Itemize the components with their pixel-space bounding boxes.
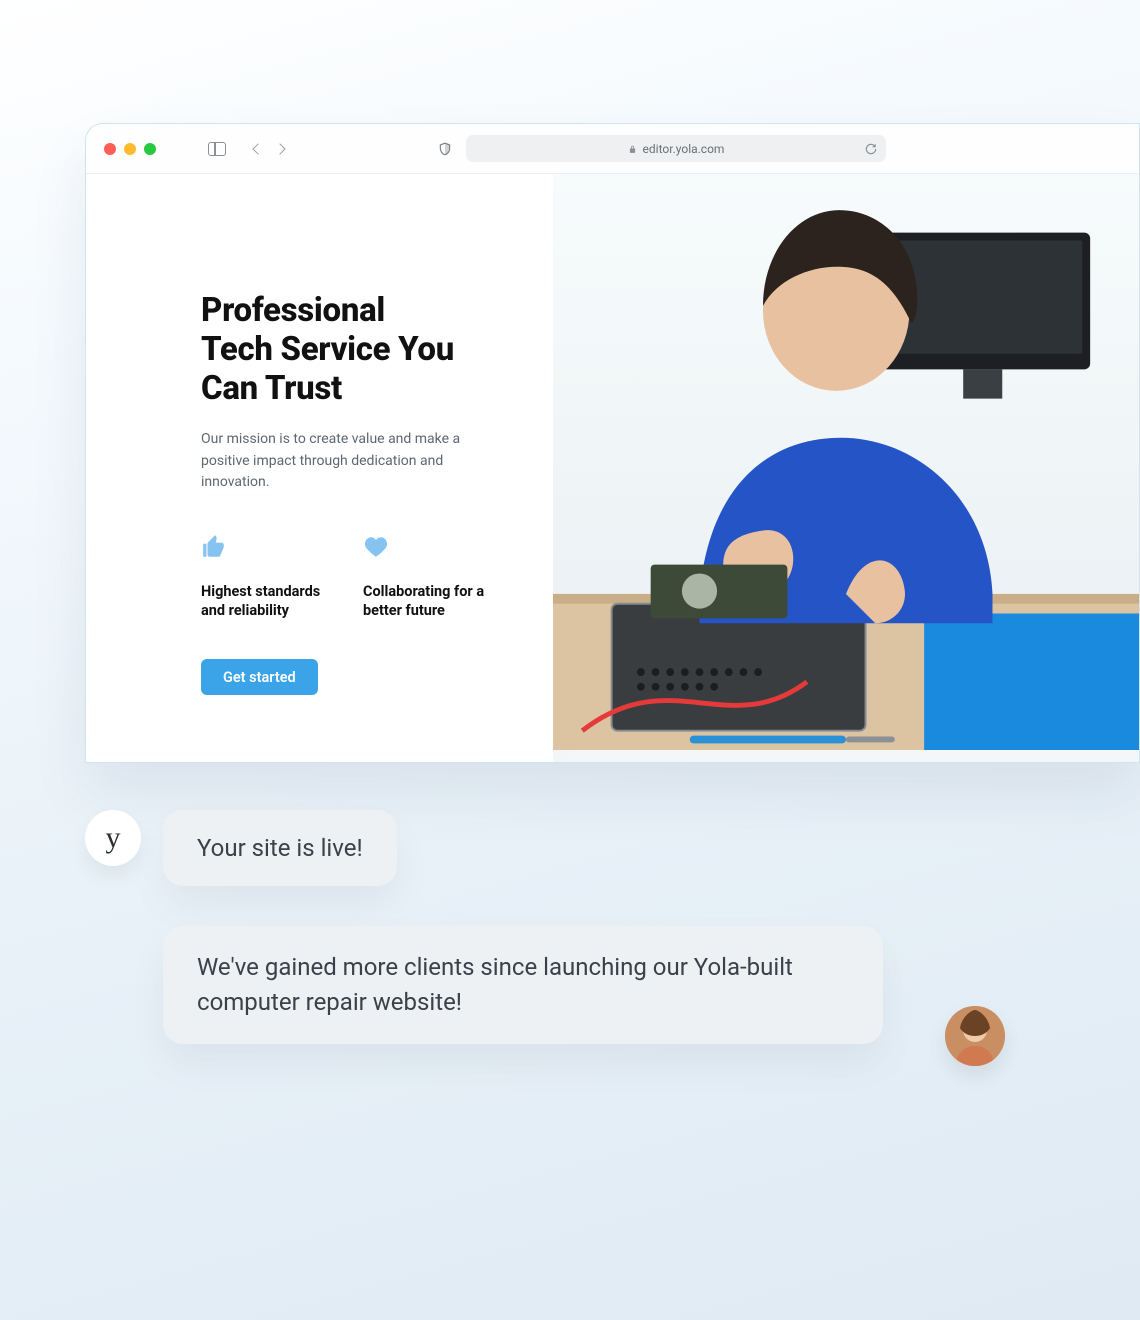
address-bar[interactable]: editor.yola.com [466,135,886,162]
get-started-button[interactable]: Get started [201,659,318,695]
page-content: Professional Tech Service You Can Trust … [86,174,1139,762]
privacy-shield-icon[interactable] [438,141,452,157]
heart-icon [363,534,389,560]
feature-text: Highest standards and reliability [201,582,341,621]
chat-bubble-user: We've gained more clients since launchin… [163,926,883,1044]
feature-text: Collaborating for a better future [363,582,503,621]
feature-item: Collaborating for a better future [363,534,503,621]
thumbs-up-icon [201,534,227,560]
reload-icon[interactable] [864,142,878,156]
window-controls [104,143,156,155]
back-button[interactable] [252,143,263,154]
url-text: editor.yola.com [643,142,725,156]
browser-window: editor.yola.com Professional Tech Servic… [85,123,1140,763]
chat-bubble-system: Your site is live! [163,810,397,886]
brand-initial: y [106,821,121,855]
hero-copy: Professional Tech Service You Can Trust … [86,174,553,762]
hero-title: Professional Tech Service You Can Trust [201,292,503,409]
chat-message-text: We've gained more clients since launchin… [197,953,793,1016]
nav-arrows [254,145,284,153]
sidebar-toggle-icon[interactable] [208,142,226,156]
feature-row: Highest standards and reliability Collab… [201,534,503,621]
close-window-button[interactable] [104,143,116,155]
hero-subtitle: Our mission is to create value and make … [201,429,461,494]
hero-image [553,174,1139,762]
chat-row: We've gained more clients since launchin… [163,926,935,1044]
user-avatar [945,1006,1005,1066]
chat-row: y Your site is live! [85,810,935,886]
hero-title-line: Tech Service You [201,330,454,369]
cta-label: Get started [223,669,296,686]
forward-button[interactable] [274,143,285,154]
brand-avatar: y [85,810,141,866]
chat-message-text: Your site is live! [197,834,363,862]
minimize-window-button[interactable] [124,143,136,155]
lock-icon [628,143,637,154]
chat-area: y Your site is live! We've gained more c… [85,810,935,1044]
browser-chrome: editor.yola.com [86,124,1139,174]
hero-title-line: Can Trust [201,369,342,408]
maximize-window-button[interactable] [144,143,156,155]
feature-item: Highest standards and reliability [201,534,341,621]
hero-title-line: Professional [201,291,385,330]
